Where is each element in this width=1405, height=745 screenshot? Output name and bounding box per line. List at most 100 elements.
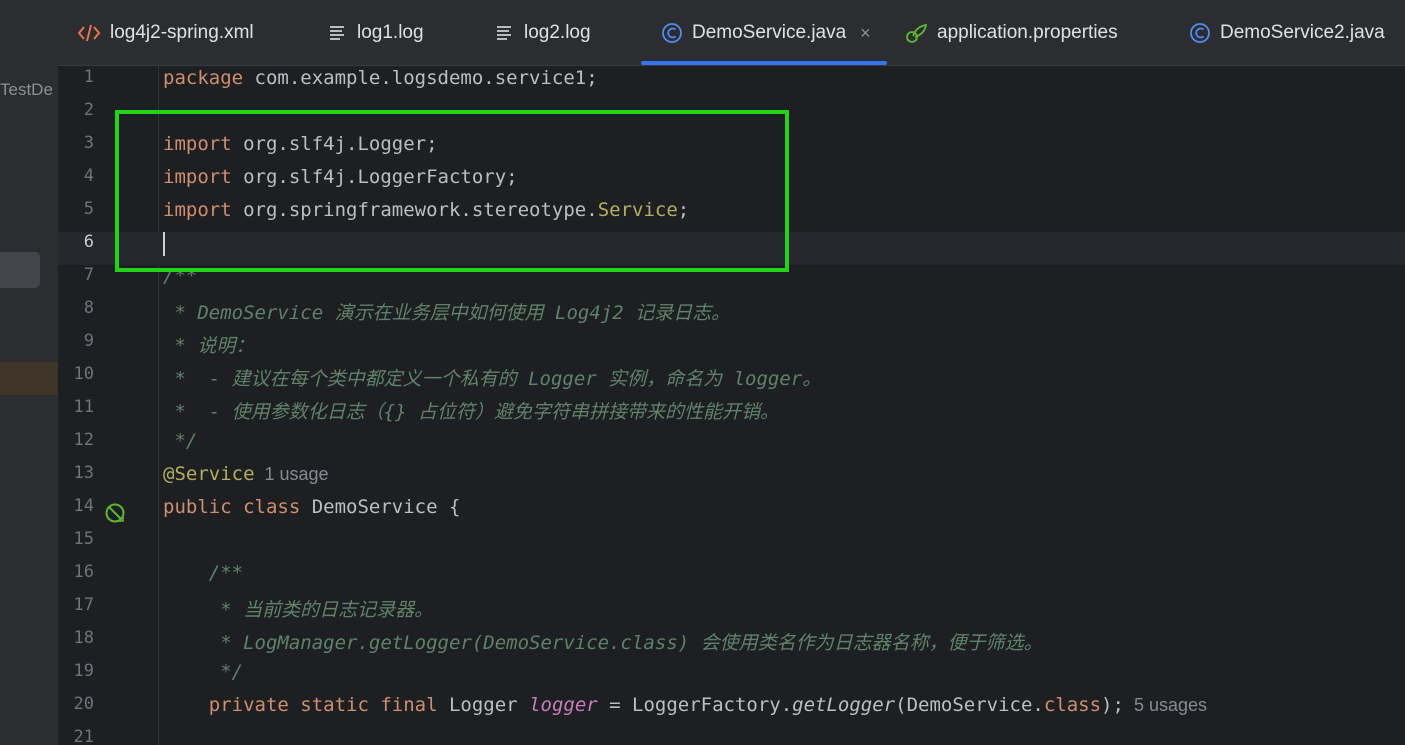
code-text: package com.example.logsdemo.service1; (163, 67, 598, 89)
close-icon[interactable]: × (860, 23, 871, 44)
code-text: * - 建议在每个类中都定义一个私有的 Logger 实例，命名为 logger… (163, 364, 821, 391)
line-number: 1 (83, 67, 94, 87)
line-number: 2 (83, 100, 94, 120)
code-token: /** (163, 562, 244, 584)
tab-log4j2-spring-xml[interactable]: log4j2-spring.xml (77, 0, 254, 66)
text-file-icon (495, 23, 515, 43)
usage-hint[interactable]: 1 usage (255, 464, 329, 484)
tab-label: log4j2-spring.xml (110, 22, 254, 43)
line-number: 13 (73, 463, 94, 483)
code-line[interactable]: 9 * 说明： (58, 331, 1405, 364)
code-line[interactable]: 7 /** (58, 265, 1405, 298)
java-class-icon (1189, 22, 1211, 44)
code-line[interactable]: 15 (58, 529, 1405, 562)
code-line[interactable]: 13 @Service 1 usage (58, 463, 1405, 496)
code-line[interactable]: 18 * LogManager.getLogger(DemoService.cl… (58, 628, 1405, 661)
code-token: public class (163, 496, 301, 518)
code-token: */ (163, 430, 198, 452)
line-number: 5 (83, 199, 94, 219)
text-caret (163, 232, 165, 256)
spring-bean-icon[interactable] (104, 502, 126, 528)
line-number: 11 (73, 397, 94, 417)
project-tree-label[interactable]: TestDe (0, 80, 53, 100)
code-token: * 当前类的日志记录器。 (163, 599, 434, 621)
line-number: 7 (83, 265, 94, 285)
project-panel: TestDe (0, 0, 58, 745)
line-number: 9 (83, 331, 94, 351)
tab-demoservice-java[interactable]: DemoService.java × (641, 0, 887, 66)
line-number: 8 (83, 298, 94, 318)
tab-application-properties[interactable]: application.properties (904, 0, 1118, 66)
code-line[interactable]: 19 */ (58, 661, 1405, 694)
java-class-icon (661, 22, 683, 44)
project-tree-highlighted-row[interactable] (0, 362, 58, 395)
code-text: * LogManager.getLogger(DemoService.class… (163, 628, 1043, 655)
code-line[interactable]: 6 (58, 232, 1405, 265)
line-number: 14 (73, 496, 94, 516)
code-token: import (163, 166, 232, 188)
spring-properties-icon (904, 22, 928, 44)
code-text: /** (163, 265, 197, 287)
code-token: ; (677, 199, 690, 221)
ide-window: TestDe log4j2-spring.xml log1.log log2.l… (0, 0, 1405, 745)
usage-hint[interactable]: 5 usages (1124, 695, 1207, 715)
line-number: 16 (73, 562, 94, 582)
code-line[interactable]: 10 * - 建议在每个类中都定义一个私有的 Logger 实例，命名为 log… (58, 364, 1405, 397)
code-line[interactable]: 14 public class DemoService { (58, 496, 1405, 529)
code-line[interactable]: 17 * 当前类的日志记录器。 (58, 595, 1405, 628)
line-number: 17 (73, 595, 94, 615)
code-line[interactable]: 2 (58, 100, 1405, 133)
code-token: class (1043, 694, 1102, 716)
code-text: /** (163, 562, 243, 584)
code-token: com.example.logsdemo.service1; (243, 67, 598, 89)
code-line[interactable]: 12 */ (58, 430, 1405, 463)
tab-label: DemoService2.java (1220, 22, 1385, 43)
code-token: org.springframework.stereotype. (231, 199, 598, 221)
code-line[interactable]: 8 * DemoService 演示在业务层中如何使用 Log4j2 记录日志。 (58, 298, 1405, 331)
code-text: * 说明： (163, 331, 254, 358)
code-token: ); (1101, 694, 1124, 716)
code-text (163, 232, 165, 256)
tab-label: log2.log (524, 22, 591, 43)
code-line[interactable]: 16 /** (58, 562, 1405, 595)
code-token: Service (597, 199, 678, 221)
code-token: (DemoService. (895, 694, 1044, 716)
line-number: 12 (73, 430, 94, 450)
line-number: 21 (73, 727, 94, 745)
code-token: * LogManager.getLogger(DemoService.class… (163, 632, 1043, 654)
editor-tab-bar: log4j2-spring.xml log1.log log2.log Demo… (58, 0, 1405, 66)
tab-label: application.properties (937, 22, 1118, 43)
code-text: */ (163, 430, 197, 452)
code-line[interactable]: 4 import org.slf4j.LoggerFactory; (58, 166, 1405, 199)
project-tree-selected-item[interactable] (0, 252, 40, 288)
code-token: logger (529, 694, 598, 716)
code-line[interactable]: 3 import org.slf4j.Logger; (58, 133, 1405, 166)
code-token: getLogger (792, 694, 896, 716)
code-editor[interactable]: 1 package com.example.logsdemo.service1; 2… (58, 66, 1405, 745)
code-token: import (163, 199, 232, 221)
tab-label: DemoService.java (692, 22, 847, 43)
code-token: org.slf4j.LoggerFactory; (231, 166, 518, 188)
code-line[interactable]: 1 package com.example.logsdemo.service1; (58, 67, 1405, 100)
code-token: private static final (163, 694, 438, 716)
code-line[interactable]: 5 import org.springframework.stereotype.S… (58, 199, 1405, 232)
code-token: DemoService (300, 496, 449, 518)
tab-log2-log[interactable]: log2.log (495, 0, 591, 66)
tab-demoservice2-java[interactable]: DemoService2.java (1189, 0, 1385, 66)
code-token: * - 使用参数化日志（{} 占位符）避免字符串拼接带来的性能开销。 (163, 401, 779, 423)
code-text: @Service 1 usage (163, 463, 329, 485)
line-number: 4 (83, 166, 94, 186)
code-text: import org.slf4j.LoggerFactory; (163, 166, 518, 188)
code-line[interactable]: 21 (58, 727, 1405, 745)
line-number: 18 (73, 628, 94, 648)
code-line[interactable]: 20 private static final Logger logger = … (58, 694, 1405, 727)
line-number: 6 (83, 232, 94, 252)
line-number: 20 (73, 694, 94, 714)
code-line[interactable]: 11 * - 使用参数化日志（{} 占位符）避免字符串拼接带来的性能开销。 (58, 397, 1405, 430)
tab-log1-log[interactable]: log1.log (328, 0, 424, 66)
xml-icon (77, 23, 101, 43)
line-number: 19 (73, 661, 94, 681)
code-text: */ (163, 661, 243, 683)
code-token: Logger (437, 694, 530, 716)
text-file-icon (328, 23, 348, 43)
